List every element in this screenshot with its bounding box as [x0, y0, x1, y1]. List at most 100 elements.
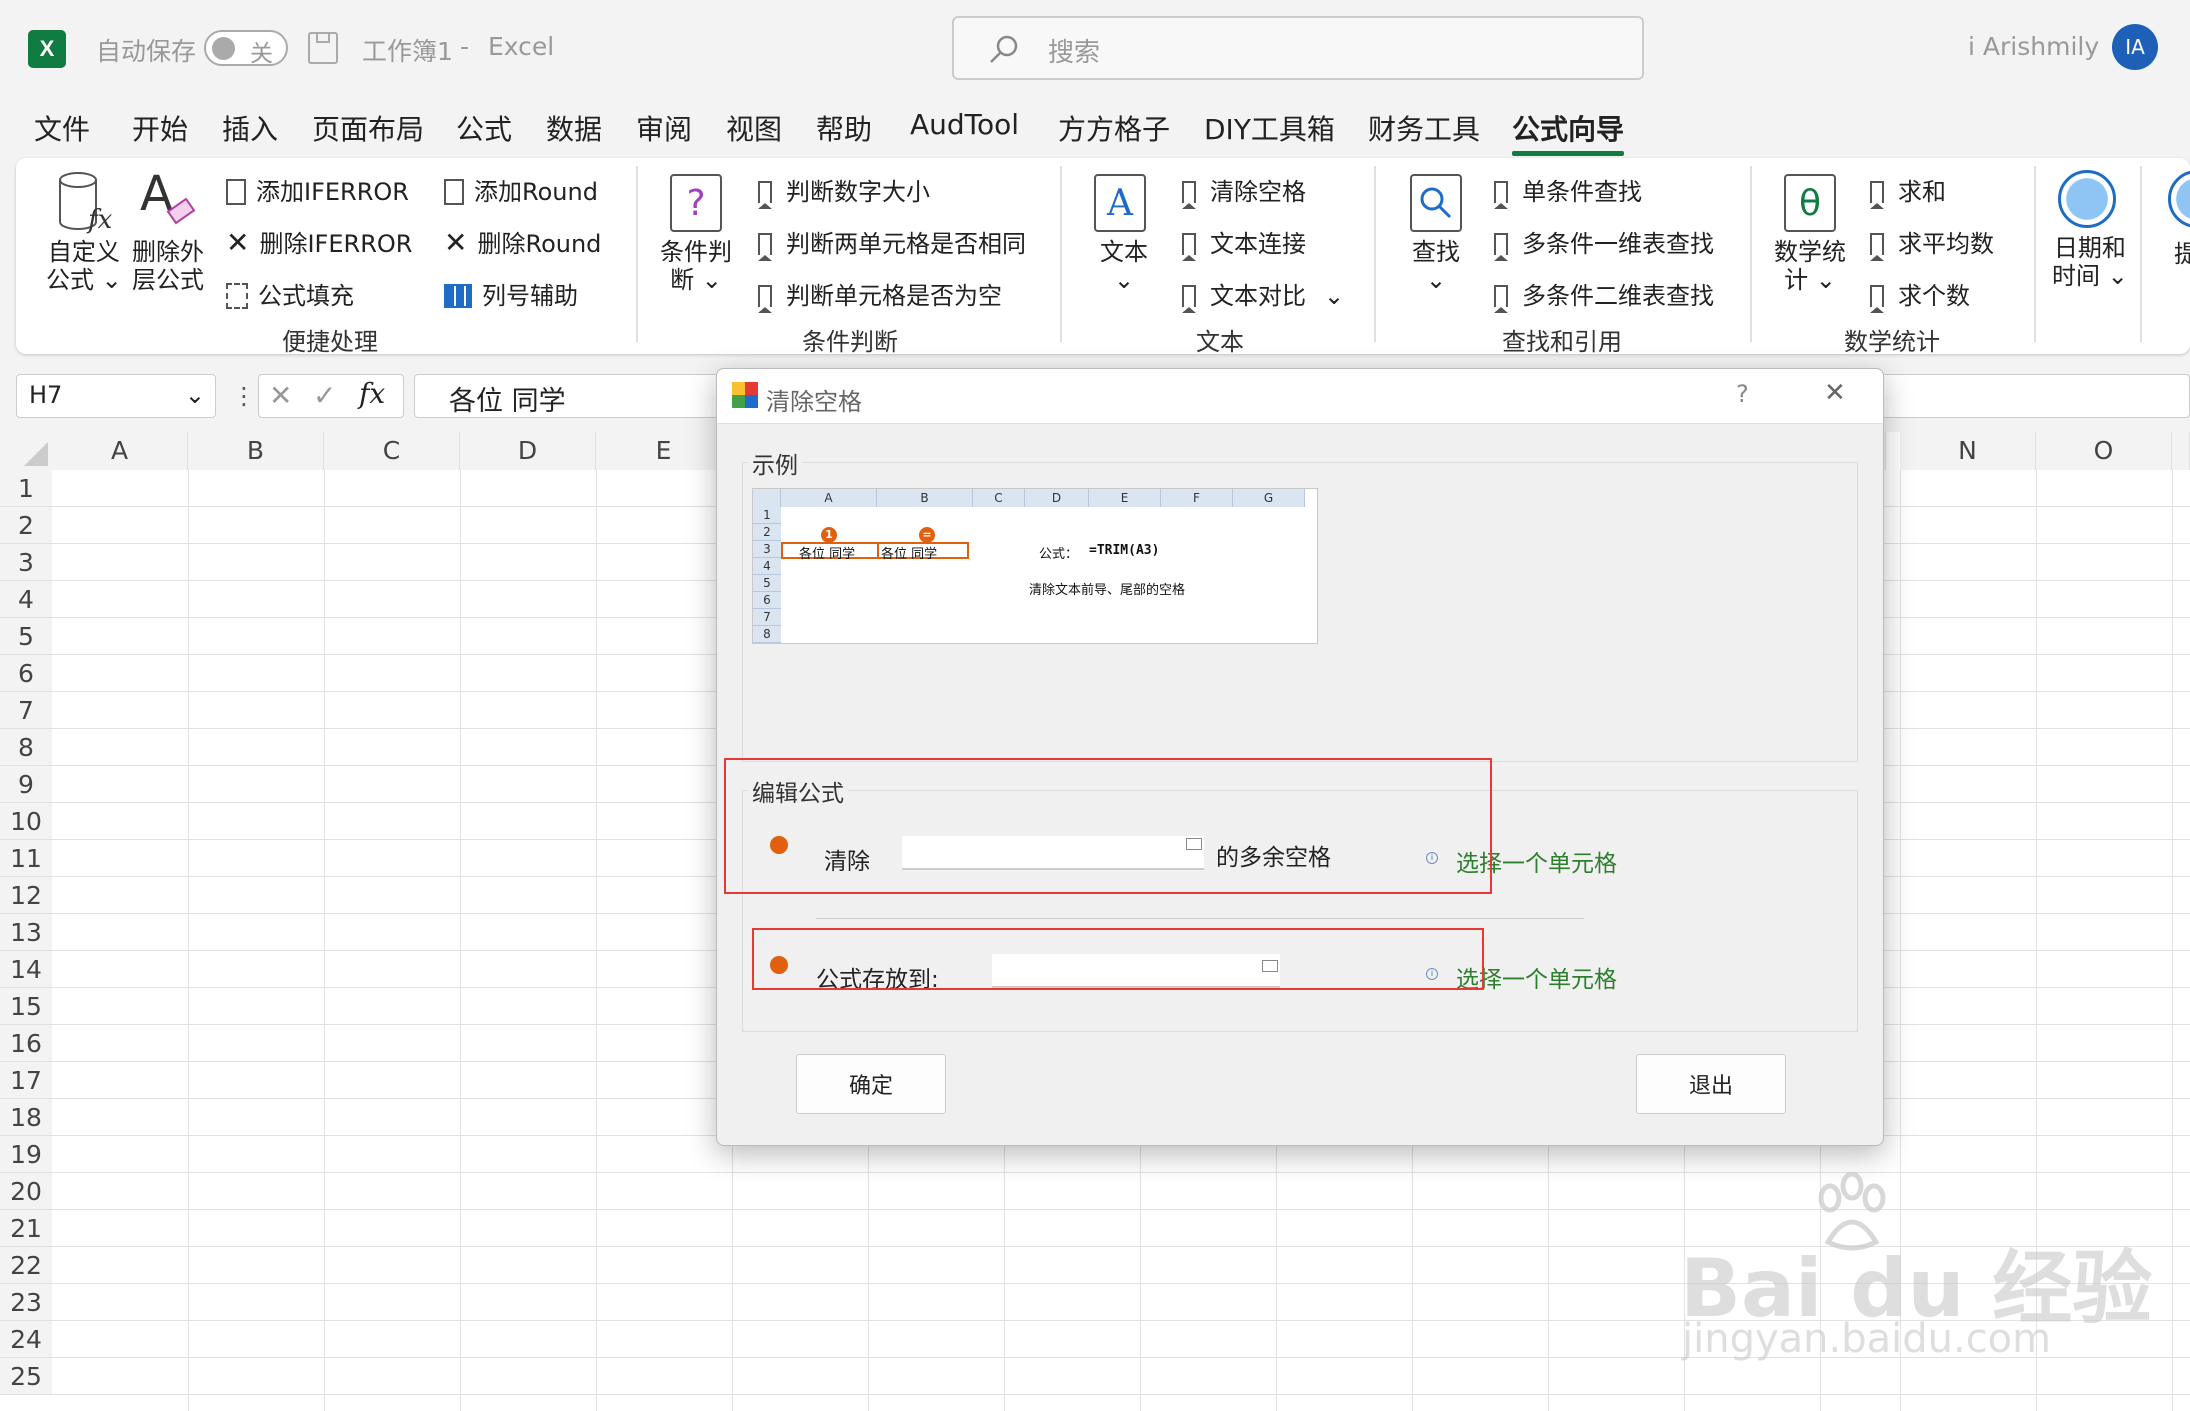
add-round-button[interactable]: 添加Round: [444, 172, 598, 207]
row-header[interactable]: 13: [0, 914, 52, 951]
row-header[interactable]: 15: [0, 988, 52, 1025]
row-header[interactable]: 5: [0, 618, 52, 655]
row-header[interactable]: 11: [0, 840, 52, 877]
tab-finance-tools[interactable]: 财务工具: [1368, 108, 1480, 148]
multi-1d-lookup-button[interactable]: 多条件一维表查找: [1494, 224, 1714, 261]
math-stat-button[interactable]: 数学统计 ⌄: [1774, 238, 1846, 294]
column-header[interactable]: C: [324, 432, 460, 470]
average-button[interactable]: 求平均数: [1870, 224, 1994, 261]
exit-button[interactable]: 退出: [1636, 1054, 1786, 1114]
column-header[interactable]: O: [2036, 432, 2172, 470]
delete-iferror-button[interactable]: ✕ 删除IFERROR: [226, 224, 412, 259]
ribbon-separator: [2034, 166, 2036, 342]
lookup-button[interactable]: 查找 ⌄: [1412, 238, 1460, 294]
fill-formula-button[interactable]: 公式填充: [226, 276, 354, 311]
add-iferror-button[interactable]: 添加IFERROR: [226, 172, 409, 207]
text-button[interactable]: 文本 ⌄: [1100, 238, 1148, 294]
tab-audtool[interactable]: AudTool: [910, 108, 1019, 141]
insert-function-button[interactable]: fx: [359, 377, 385, 410]
help-button[interactable]: ?: [1736, 380, 1749, 408]
partial-ribbon-label[interactable]: 提: [2174, 234, 2190, 269]
row-header[interactable]: 4: [0, 581, 52, 618]
row-header[interactable]: 25: [0, 1358, 52, 1395]
row-header[interactable]: 10: [0, 803, 52, 840]
search-box[interactable]: 搜索: [952, 16, 1644, 80]
text-join-button[interactable]: 文本连接: [1182, 224, 1306, 261]
tab-page-layout[interactable]: 页面布局: [312, 108, 424, 148]
row-header[interactable]: 2: [0, 507, 52, 544]
row-header[interactable]: 18: [0, 1099, 52, 1136]
save-icon[interactable]: [308, 32, 338, 64]
tab-insert[interactable]: 插入: [222, 108, 278, 148]
close-button[interactable]: ✕: [1824, 378, 1846, 408]
more-icon[interactable]: ⋮: [232, 382, 256, 410]
mini-note: 清除文本前导、尾部的空格: [1029, 583, 1186, 598]
select-all-corner[interactable]: [0, 432, 52, 470]
date-time-button[interactable]: 日期和 时间 ⌄: [2052, 234, 2128, 290]
column-header[interactable]: A: [52, 432, 188, 470]
tab-home[interactable]: 开始: [132, 108, 188, 148]
mini-corner: [753, 489, 781, 507]
row-header[interactable]: 9: [0, 766, 52, 803]
tab-diy-toolbox[interactable]: DIY工具箱: [1204, 108, 1335, 148]
column-header[interactable]: [2172, 432, 2190, 470]
clock-icon: [2058, 170, 2116, 228]
column-header[interactable]: E: [596, 432, 732, 470]
x-icon: ✕: [444, 226, 468, 259]
ribbon-separator: [1374, 166, 1376, 342]
mini-column-header: B: [877, 489, 973, 507]
condition-button[interactable]: 条件判断 ⌄: [660, 238, 732, 294]
column-helper-button[interactable]: 列号辅助: [444, 276, 578, 311]
judge-equal-button[interactable]: 判断两单元格是否相同: [758, 224, 1026, 261]
row-header[interactable]: 12: [0, 877, 52, 914]
autosave-toggle[interactable]: 关: [204, 30, 288, 67]
svg-text:fx: fx: [86, 205, 113, 234]
judge-empty-button[interactable]: 判断单元格是否为空: [758, 276, 1002, 313]
tab-formulas[interactable]: 公式: [456, 108, 512, 148]
text-compare-button[interactable]: 文本对比 ⌄: [1182, 276, 1344, 313]
judge-number-button[interactable]: 判断数字大小: [758, 172, 930, 209]
tab-help[interactable]: 帮助: [816, 108, 872, 148]
row-header[interactable]: 17: [0, 1062, 52, 1099]
grid-line: [52, 1394, 2190, 1395]
tab-file[interactable]: 文件: [34, 108, 90, 148]
row-header[interactable]: 3: [0, 544, 52, 581]
clear-spaces-button[interactable]: 清除空格: [1182, 172, 1306, 209]
row-header[interactable]: 22: [0, 1247, 52, 1284]
app-icon: [732, 382, 758, 408]
row-header[interactable]: 1: [0, 470, 52, 507]
column-header[interactable]: N: [1900, 432, 2036, 470]
row-header[interactable]: 19: [0, 1136, 52, 1173]
sum-button[interactable]: 求和: [1870, 172, 1946, 209]
custom-formula-button[interactable]: 自定义 公式 ⌄: [46, 238, 122, 294]
delete-round-button[interactable]: ✕ 删除Round: [444, 224, 601, 259]
bookmark-icon: [1182, 233, 1196, 261]
tab-fangfang[interactable]: 方方格子: [1058, 108, 1170, 148]
row-header[interactable]: 16: [0, 1025, 52, 1062]
tab-review[interactable]: 审阅: [636, 108, 692, 148]
remove-outer-formula-button[interactable]: 删除外 层公式: [132, 238, 204, 294]
name-box[interactable]: H7 ⌄: [16, 374, 216, 418]
row-header[interactable]: 8: [0, 729, 52, 766]
column-header[interactable]: D: [460, 432, 596, 470]
avatar[interactable]: IA: [2112, 24, 2158, 70]
ok-button[interactable]: 确定: [796, 1054, 946, 1114]
single-lookup-button[interactable]: 单条件查找: [1494, 172, 1642, 209]
row-header[interactable]: 23: [0, 1284, 52, 1321]
tab-view[interactable]: 视图: [726, 108, 782, 148]
row-header[interactable]: 7: [0, 692, 52, 729]
multi-2d-lookup-button[interactable]: 多条件二维表查找: [1494, 276, 1714, 313]
watermark-url: jingyan.baidu.com: [1682, 1316, 2052, 1362]
row-header[interactable]: 20: [0, 1173, 52, 1210]
row-header[interactable]: 14: [0, 951, 52, 988]
tab-data[interactable]: 数据: [546, 108, 602, 148]
row-header[interactable]: 21: [0, 1210, 52, 1247]
row-header[interactable]: 6: [0, 655, 52, 692]
cancel-icon[interactable]: ✕: [269, 379, 292, 412]
row-header[interactable]: 24: [0, 1321, 52, 1358]
enter-icon[interactable]: ✓: [313, 379, 336, 412]
example-sheet-image: ABCDEFG 12345678 1 = 各位 同学 各位 同学 公式： =TR…: [752, 488, 1318, 644]
count-button[interactable]: 求个数: [1870, 276, 1970, 313]
tab-formula-wizard[interactable]: 公式向导: [1512, 108, 1625, 156]
column-header[interactable]: B: [188, 432, 324, 470]
